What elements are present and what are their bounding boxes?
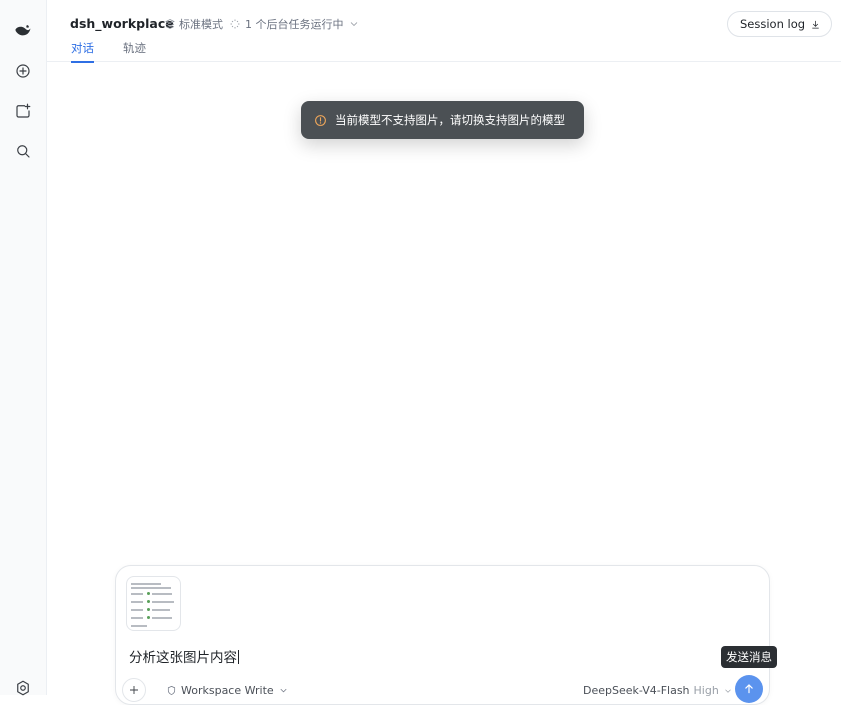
send-button[interactable] bbox=[735, 675, 763, 703]
model-name: DeepSeek-V4-Flash bbox=[583, 684, 690, 697]
new-chat-icon[interactable] bbox=[12, 60, 34, 82]
background-tasks-label: 1 个后台任务运行中 bbox=[245, 18, 344, 31]
workspace-name[interactable]: dsh_workplace bbox=[70, 16, 174, 31]
mode-label: 标准模式 bbox=[179, 18, 223, 31]
download-icon bbox=[812, 20, 819, 29]
attached-image-thumbnail[interactable] bbox=[126, 576, 181, 631]
background-tasks-toggle[interactable]: 1 个后台任务运行中 bbox=[229, 16, 360, 32]
session-log-label: Session log bbox=[740, 17, 806, 31]
warning-icon bbox=[315, 114, 326, 126]
toast-message: 当前模型不支持图片，请切换支持图片的模型 bbox=[335, 113, 565, 127]
model-selector[interactable]: DeepSeek-V4-Flash High bbox=[583, 684, 733, 697]
sidebar bbox=[0, 0, 47, 696]
error-toast: 当前模型不支持图片，请切换支持图片的模型 bbox=[301, 101, 584, 139]
message-composer: 分析这张图片内容 Workspace Write DeepSeek-V4-Fla… bbox=[115, 565, 770, 705]
permission-selector[interactable]: Workspace Write bbox=[166, 684, 289, 697]
mode-icon bbox=[165, 19, 175, 29]
mode-indicator[interactable]: 标准模式 bbox=[164, 16, 223, 32]
settings-icon[interactable] bbox=[12, 677, 34, 699]
send-tooltip: 发送消息 bbox=[721, 646, 777, 668]
chevron-down-icon bbox=[725, 689, 731, 693]
app-logo-icon[interactable] bbox=[12, 20, 34, 42]
message-input-text: 分析这张图片内容 bbox=[129, 650, 237, 666]
tab-trace[interactable]: 轨迹 bbox=[123, 40, 146, 61]
loading-icon bbox=[230, 19, 240, 29]
tab-chat[interactable]: 对话 bbox=[71, 40, 94, 63]
message-input[interactable]: 分析这张图片内容 bbox=[129, 646, 239, 666]
plus-icon bbox=[130, 686, 138, 694]
shield-icon bbox=[167, 686, 176, 696]
chevron-down-icon bbox=[350, 22, 357, 27]
arrow-up-icon bbox=[745, 684, 753, 694]
chevron-down-icon bbox=[280, 688, 287, 693]
permission-label: Workspace Write bbox=[181, 684, 274, 697]
top-header: dsh_workplace 标准模式 1 个后台任务运行中 对话 轨迹 Sess… bbox=[47, 0, 841, 63]
search-icon[interactable] bbox=[12, 140, 34, 162]
add-project-icon[interactable] bbox=[12, 100, 34, 122]
model-level: High bbox=[693, 684, 719, 697]
add-attachment-button[interactable] bbox=[122, 678, 146, 702]
session-log-button[interactable]: Session log bbox=[727, 11, 833, 37]
